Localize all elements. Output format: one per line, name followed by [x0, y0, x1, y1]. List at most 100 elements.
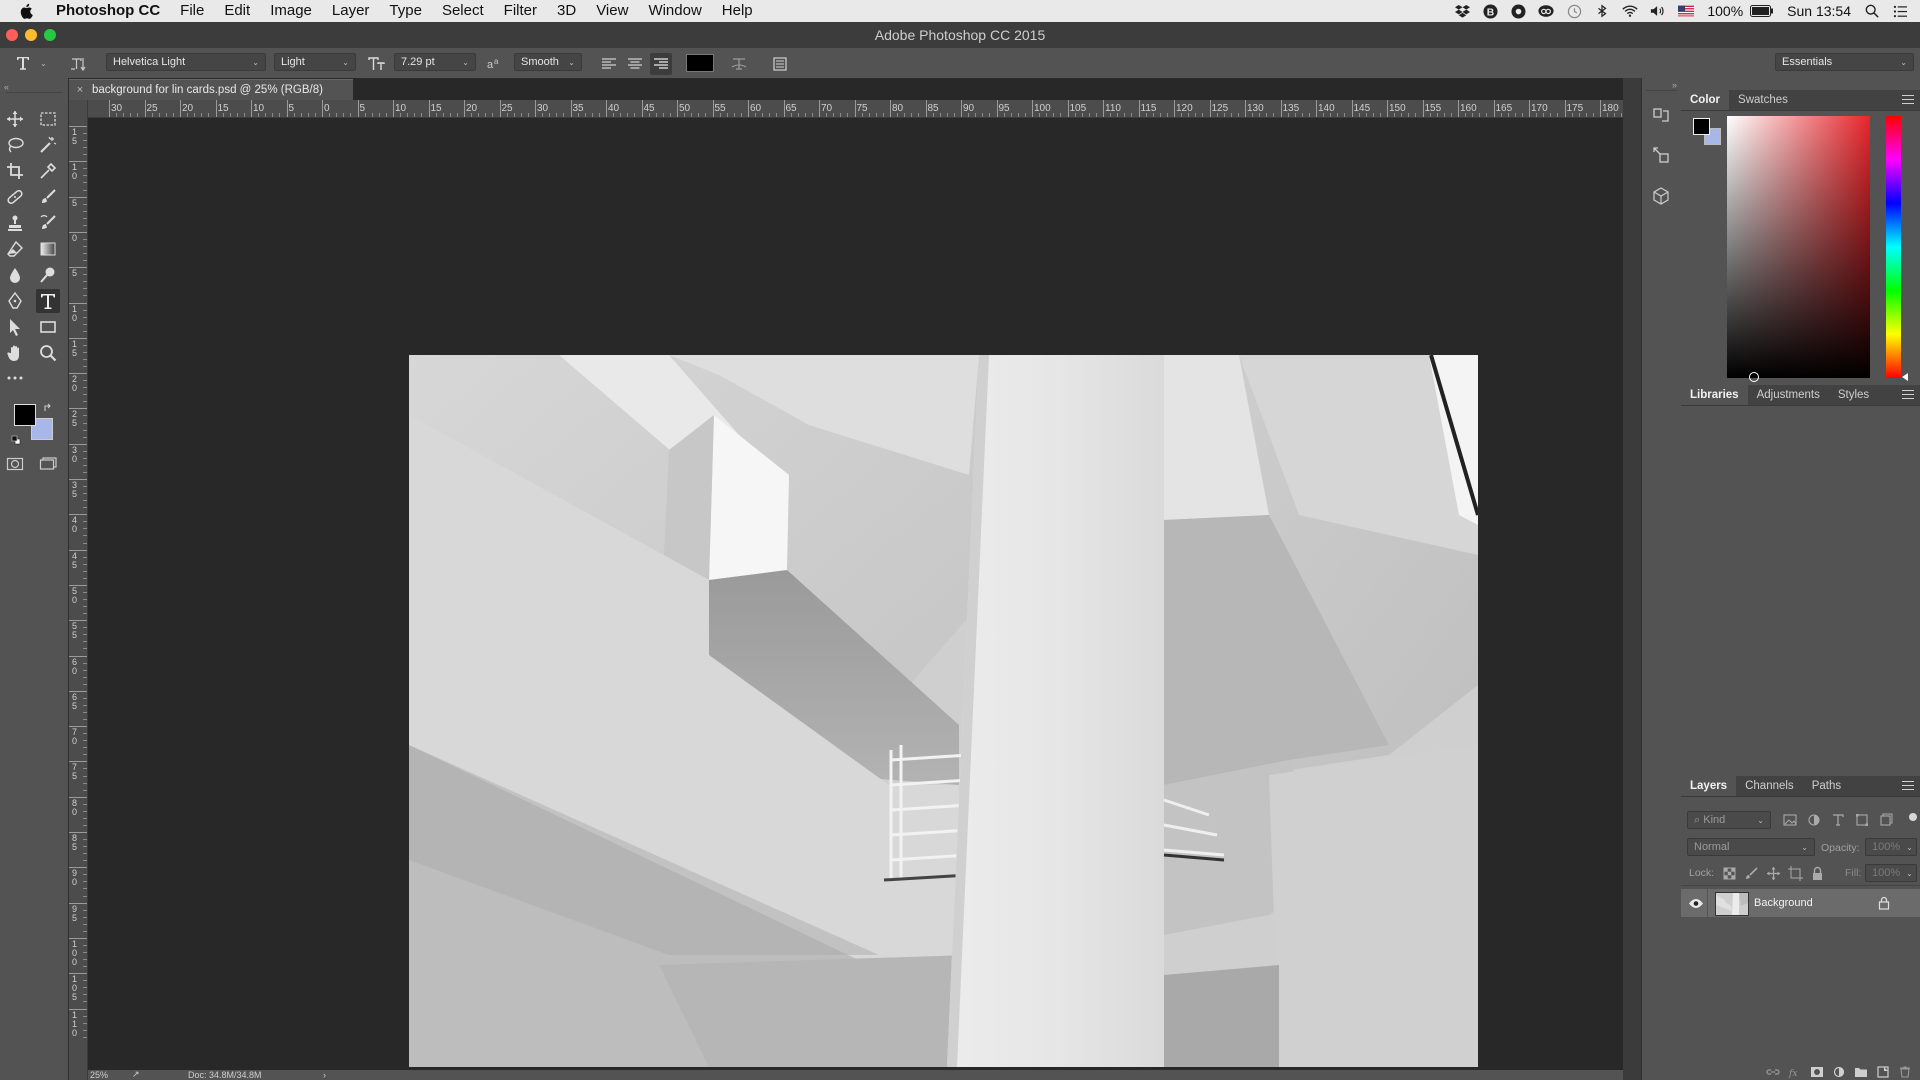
- filter-pixel-icon[interactable]: [1781, 811, 1799, 829]
- link-layers-icon[interactable]: [1766, 1066, 1780, 1078]
- tab-channels[interactable]: Channels: [1736, 776, 1803, 796]
- filter-type-icon[interactable]: [1829, 811, 1847, 829]
- marquee-tool[interactable]: [36, 107, 60, 131]
- gradient-tool[interactable]: [36, 237, 60, 261]
- dodge-tool[interactable]: [36, 263, 60, 287]
- warp-text-button[interactable]: [728, 53, 750, 75]
- healing-brush-tool[interactable]: [3, 185, 27, 209]
- move-tool[interactable]: [3, 107, 27, 131]
- tab-adjustments[interactable]: Adjustments: [1748, 385, 1829, 405]
- history-panel-button[interactable]: [1649, 102, 1673, 126]
- align-left-button[interactable]: [598, 53, 620, 75]
- tab-libraries[interactable]: Libraries: [1681, 385, 1748, 405]
- layer-style-fx-icon[interactable]: fx: [1788, 1066, 1802, 1078]
- font-style-dropdown[interactable]: Light ⌄: [274, 53, 356, 71]
- lock-image-pixels-icon[interactable]: [1743, 865, 1760, 882]
- minimize-window-button[interactable]: [25, 29, 37, 41]
- tab-layers[interactable]: Layers: [1681, 776, 1737, 796]
- tab-swatches[interactable]: Swatches: [1729, 90, 1797, 110]
- panel-menu-icon[interactable]: [1902, 390, 1914, 400]
- tool-preset-picker[interactable]: ⌄: [14, 53, 47, 73]
- document-image[interactable]: [409, 355, 1478, 1067]
- clone-stamp-tool[interactable]: [3, 211, 27, 235]
- filter-smart-object-icon[interactable]: [1877, 811, 1895, 829]
- swap-colors-icon[interactable]: [43, 400, 53, 418]
- close-window-button[interactable]: [6, 29, 18, 41]
- spotlight-search-icon[interactable]: [1864, 3, 1880, 19]
- magic-wand-tool[interactable]: [36, 133, 60, 157]
- zoom-tool[interactable]: [36, 341, 60, 365]
- brush-tool[interactable]: [36, 185, 60, 209]
- toggle-text-orientation-button[interactable]: [68, 53, 90, 75]
- wifi-icon[interactable]: [1622, 3, 1638, 19]
- menu-help[interactable]: Help: [712, 0, 763, 22]
- dropbox-icon[interactable]: [1454, 3, 1470, 19]
- panel-menu-icon[interactable]: [1902, 95, 1914, 105]
- edit-toolbar-button[interactable]: [3, 366, 27, 390]
- creative-cloud-icon[interactable]: [1538, 3, 1554, 19]
- menu-filter[interactable]: Filter: [494, 0, 547, 22]
- path-selection-tool[interactable]: [3, 315, 27, 339]
- hue-slider[interactable]: [1886, 116, 1908, 381]
- panel-menu-icon[interactable]: [1902, 781, 1914, 791]
- history-brush-tool[interactable]: [36, 211, 60, 235]
- new-group-folder-icon[interactable]: [1854, 1066, 1868, 1078]
- character-panel-button[interactable]: [769, 53, 791, 75]
- rectangle-tool[interactable]: [36, 315, 60, 339]
- eraser-tool[interactable]: [3, 237, 27, 261]
- antialias-dropdown[interactable]: Smooth ⌄: [514, 53, 582, 71]
- 3d-panel-button[interactable]: [1649, 184, 1673, 208]
- close-document-icon[interactable]: ×: [71, 84, 89, 96]
- expand-panels-icon[interactable]: »: [1672, 80, 1677, 90]
- menu-type[interactable]: Type: [379, 0, 432, 22]
- menu-image[interactable]: Image: [260, 0, 322, 22]
- volume-icon[interactable]: [1650, 3, 1666, 19]
- layer-row-background[interactable]: Background: [1681, 889, 1920, 917]
- bluetooth-icon[interactable]: [1594, 3, 1610, 19]
- apple-menu-icon[interactable]: [18, 2, 36, 20]
- menu-layer[interactable]: Layer: [322, 0, 380, 22]
- blur-tool[interactable]: [3, 263, 27, 287]
- font-family-dropdown[interactable]: Helvetica Light ⌄: [106, 53, 266, 71]
- font-size-dropdown[interactable]: 7.29 pt ⌄: [394, 53, 476, 71]
- us-flag-icon[interactable]: [1678, 3, 1695, 19]
- tab-styles[interactable]: Styles: [1829, 385, 1878, 405]
- zoom-level[interactable]: 25%: [90, 1070, 108, 1080]
- tab-color[interactable]: Color: [1681, 90, 1730, 110]
- b-circle-icon[interactable]: B: [1482, 3, 1498, 19]
- align-center-button[interactable]: [624, 53, 646, 75]
- menu-edit[interactable]: Edit: [214, 0, 260, 22]
- horizontal-ruler[interactable]: 30 25 20 15 10 5 0 5 10 15 20 25 30 35 40 45 50 55 60 65 70 7…: [87, 100, 1623, 118]
- properties-panel-button[interactable]: [1649, 143, 1673, 167]
- color-picker-cursor[interactable]: [1749, 372, 1759, 382]
- document-tab[interactable]: × background for lin cards.psd @ 25% (RG…: [69, 79, 353, 100]
- hand-tool[interactable]: [3, 341, 27, 365]
- notification-center-icon[interactable]: [1892, 3, 1908, 19]
- crop-tool[interactable]: [3, 159, 27, 183]
- gear-circle-icon[interactable]: [1510, 3, 1526, 19]
- menu-window[interactable]: Window: [638, 0, 711, 22]
- vertical-ruler[interactable]: 1510505101520253035404550556065707580859…: [69, 100, 88, 1080]
- time-machine-icon[interactable]: [1566, 3, 1582, 19]
- blend-mode-dropdown[interactable]: Normal ⌄: [1687, 838, 1815, 856]
- layer-lock-icon[interactable]: [1878, 896, 1890, 910]
- hue-slider-handle[interactable]: [1902, 373, 1908, 381]
- add-mask-icon[interactable]: [1810, 1066, 1824, 1078]
- menu-select[interactable]: Select: [432, 0, 494, 22]
- type-tool[interactable]: [36, 289, 60, 313]
- fill-input[interactable]: 100% ⌄: [1865, 864, 1917, 882]
- color-panel-foreground-swatch[interactable]: [1693, 118, 1710, 135]
- lock-transparent-pixels-icon[interactable]: [1721, 865, 1738, 882]
- align-right-button[interactable]: [650, 53, 672, 75]
- status-menu-arrow-icon[interactable]: ›: [323, 1070, 326, 1080]
- layer-filter-dropdown[interactable]: ⌕ Kind ⌄: [1687, 811, 1771, 829]
- quick-mask-button[interactable]: [3, 452, 27, 476]
- filter-adjustment-icon[interactable]: [1805, 811, 1823, 829]
- text-color-swatch[interactable]: [686, 54, 714, 72]
- new-layer-icon[interactable]: [1876, 1066, 1890, 1078]
- lock-all-icon[interactable]: [1809, 865, 1826, 882]
- layer-thumbnail[interactable]: [1715, 892, 1749, 916]
- new-adjustment-layer-icon[interactable]: [1832, 1066, 1846, 1078]
- lasso-tool[interactable]: [3, 133, 27, 157]
- layer-name[interactable]: Background: [1754, 897, 1813, 909]
